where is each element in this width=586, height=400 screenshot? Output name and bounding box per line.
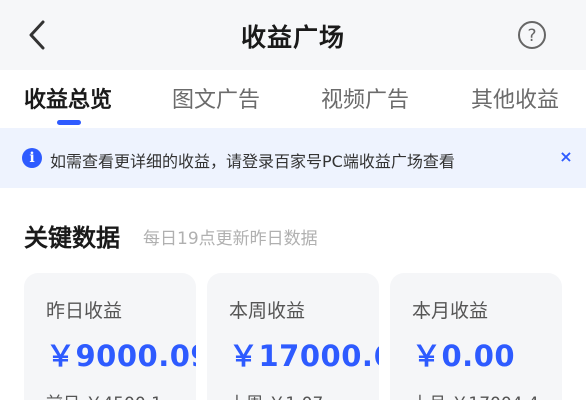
tab-overview[interactable]: 收益总览 — [24, 82, 112, 114]
tab-image-text-ads[interactable]: 图文广告 — [172, 82, 260, 114]
info-icon: i — [22, 148, 42, 168]
question-circle-icon: ? — [518, 21, 546, 49]
help-button[interactable]: ? — [516, 19, 548, 51]
stat-card-this-week[interactable]: 本周收益 ￥17000.69 上周 ￥1.07 — [207, 273, 379, 400]
stat-card-label: 本月收益 — [412, 300, 489, 322]
app-header: 收益广场 ? — [0, 0, 586, 70]
stat-card-previous: 前日 ￥4500.1 — [46, 389, 162, 400]
section-title: 关键数据 — [24, 224, 120, 252]
stat-card-value: ￥9000.09 — [46, 339, 196, 373]
close-icon[interactable]: × — [556, 146, 576, 168]
stat-card-value: ￥0.00 — [412, 339, 516, 373]
page-title: 收益广场 — [240, 23, 345, 52]
stat-card-value: ￥17000.69 — [229, 339, 379, 373]
tab-video-ads[interactable]: 视频广告 — [321, 82, 409, 114]
svg-text:?: ? — [527, 26, 536, 46]
section-subtitle: 每日19点更新昨日数据 — [143, 229, 318, 249]
tab-bar: 收益总览 图文广告 视频广告 其他收益 — [0, 70, 586, 128]
stat-card-label: 昨日收益 — [46, 300, 123, 322]
active-tab-indicator — [57, 120, 81, 125]
stat-card-previous: 上月 ￥17004.4 — [412, 389, 539, 400]
stat-card-this-month[interactable]: 本月收益 ￥0.00 上月 ￥17004.4 — [390, 273, 562, 400]
stat-card-label: 本周收益 — [229, 300, 306, 322]
stat-card-yesterday[interactable]: 昨日收益 ￥9000.09 前日 ￥4500.1 — [24, 273, 196, 400]
notice-text: 如需查看更详细的收益，请登录百家号PC端收益广场查看 — [50, 152, 455, 171]
stat-card-previous: 上周 ￥1.07 — [229, 389, 323, 400]
tab-other-income[interactable]: 其他收益 — [471, 82, 559, 114]
